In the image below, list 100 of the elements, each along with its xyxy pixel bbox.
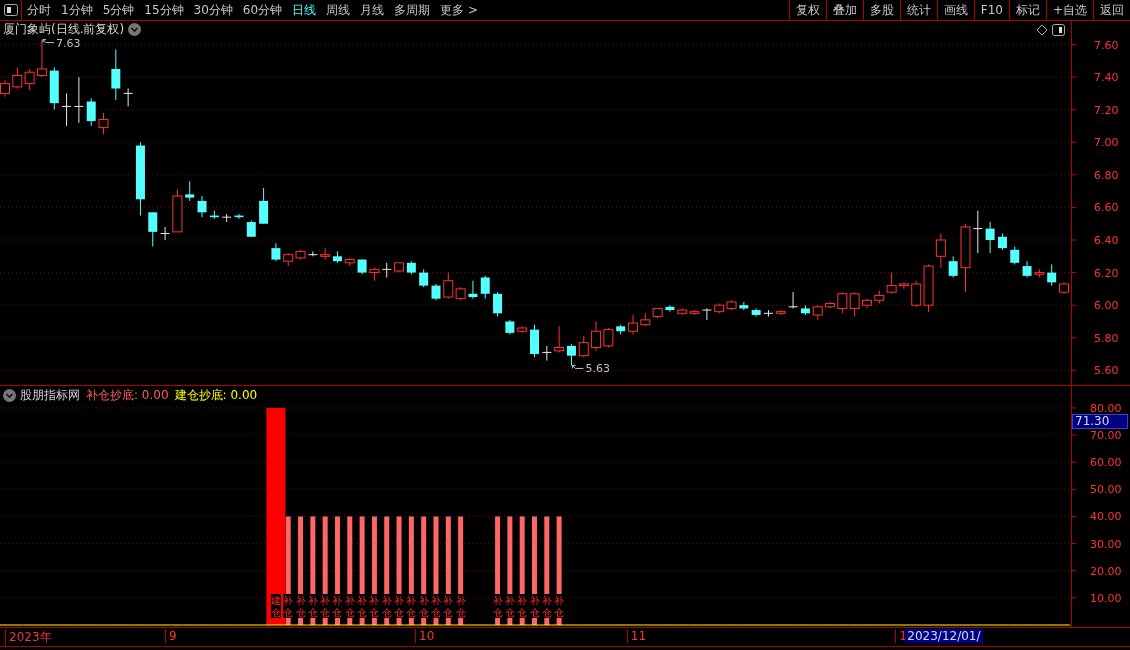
candle bbox=[665, 304, 675, 313]
axis-label: 60.00 bbox=[1090, 456, 1122, 470]
price-label: 5.63 bbox=[585, 362, 610, 376]
toolbar-button[interactable]: 返回 bbox=[1093, 0, 1130, 20]
candle bbox=[948, 255, 958, 278]
period-tab[interactable]: 周线 bbox=[321, 0, 356, 20]
signal-label: 补仓 bbox=[357, 595, 368, 618]
candle bbox=[73, 76, 84, 124]
toolbar-button[interactable]: 复权 bbox=[788, 0, 826, 20]
signal-label: 补仓 bbox=[517, 595, 528, 618]
period-tab[interactable]: 15分钟 bbox=[139, 0, 189, 20]
dropdown-icon[interactable] bbox=[3, 388, 16, 402]
indicator-name: 股朋指标网 bbox=[20, 386, 80, 404]
candle bbox=[98, 112, 109, 135]
signal-label: 补仓 bbox=[332, 595, 343, 618]
signal-label: 补仓 bbox=[307, 595, 318, 618]
candle bbox=[221, 213, 232, 223]
signal-label: 建仓 bbox=[270, 595, 281, 618]
signal-label: 补仓 bbox=[418, 595, 429, 618]
axis-label: 11 bbox=[626, 629, 647, 643]
toolbar-button[interactable]: 多股 bbox=[862, 0, 900, 20]
candle bbox=[480, 275, 490, 300]
period-tab[interactable]: 日线 bbox=[287, 0, 322, 20]
period-tab[interactable]: 5分钟 bbox=[97, 0, 140, 20]
candle bbox=[185, 180, 195, 202]
period-tab[interactable]: 60分钟 bbox=[237, 0, 288, 20]
axis-label: 7.60 bbox=[1094, 38, 1119, 52]
period-tab[interactable]: 多周期 bbox=[389, 0, 436, 20]
toolbar-button[interactable]: F10 bbox=[973, 0, 1009, 20]
candle bbox=[468, 280, 478, 300]
candle bbox=[259, 187, 269, 225]
candle bbox=[628, 314, 638, 335]
axis-label: 5.60 bbox=[1094, 364, 1119, 378]
candle bbox=[61, 92, 72, 127]
candle bbox=[812, 304, 823, 321]
dropdown-icon[interactable] bbox=[128, 23, 142, 36]
candle bbox=[357, 259, 367, 275]
signal-label: 补仓 bbox=[406, 595, 417, 618]
candle bbox=[271, 242, 281, 262]
axis-label: 50.00 bbox=[1090, 483, 1122, 497]
signal-label: 补仓 bbox=[369, 595, 380, 618]
candle bbox=[849, 291, 860, 318]
signal-label: 补仓 bbox=[394, 595, 405, 618]
panel-toggle-icon[interactable] bbox=[1052, 23, 1065, 36]
legend-text: 建仓抄底: 0.00 bbox=[174, 386, 258, 404]
candle bbox=[578, 335, 589, 358]
axis-label: 6.20 bbox=[1094, 266, 1119, 280]
candle bbox=[985, 221, 995, 254]
period-tab[interactable]: 1分钟 bbox=[56, 0, 98, 20]
chart-title: 厦门象屿(日线.前复权) bbox=[3, 21, 125, 38]
candle bbox=[541, 345, 552, 362]
axis-label: 30.00 bbox=[1090, 537, 1122, 551]
toolbar-button[interactable]: +自选 bbox=[1045, 0, 1093, 20]
leader-line bbox=[42, 39, 55, 44]
candle bbox=[1034, 268, 1045, 278]
candle bbox=[333, 250, 342, 264]
axis-label: 7.00 bbox=[1094, 136, 1119, 150]
toolbar-button[interactable]: 画线 bbox=[936, 0, 974, 20]
candle bbox=[283, 252, 294, 267]
candle bbox=[714, 303, 725, 314]
signal-label: 补仓 bbox=[295, 595, 306, 618]
candle bbox=[640, 312, 651, 327]
signal-label: 补仓 bbox=[554, 595, 565, 618]
signal-label: 补仓 bbox=[381, 595, 392, 618]
axis-label: 6.80 bbox=[1094, 168, 1119, 182]
candle bbox=[369, 267, 380, 282]
candle bbox=[751, 307, 761, 318]
candle bbox=[1059, 281, 1069, 295]
signal-label: 补仓 bbox=[344, 595, 355, 618]
signal-label: 补仓 bbox=[492, 595, 503, 618]
leader-line bbox=[571, 364, 584, 369]
candle bbox=[566, 343, 576, 366]
signal-label: 补仓 bbox=[443, 595, 454, 618]
axis-label: 7.40 bbox=[1094, 71, 1119, 85]
axis-label: 9 bbox=[165, 629, 177, 643]
candle bbox=[517, 325, 528, 334]
axis-label: 10 bbox=[415, 629, 435, 643]
toolbar-button[interactable]: 叠加 bbox=[825, 0, 863, 20]
signal-label: 补仓 bbox=[320, 595, 331, 618]
period-tab[interactable]: 月线 bbox=[355, 0, 390, 20]
candle bbox=[344, 257, 355, 267]
candle bbox=[726, 299, 737, 311]
diamond-icon[interactable] bbox=[1036, 23, 1048, 36]
candle bbox=[12, 66, 23, 89]
price-label: 7.63 bbox=[55, 38, 81, 50]
axis-label: 20.00 bbox=[1090, 564, 1122, 578]
candle bbox=[49, 66, 59, 111]
period-tab[interactable]: 更多 > bbox=[435, 0, 483, 20]
candle bbox=[1010, 246, 1020, 265]
candle bbox=[997, 233, 1007, 251]
candle bbox=[320, 247, 331, 261]
candle bbox=[862, 298, 872, 309]
cursor-date: 2023/12/01/ bbox=[905, 629, 983, 643]
candle bbox=[1047, 263, 1057, 287]
candle bbox=[209, 210, 219, 220]
toolbar-button[interactable]: 统计 bbox=[899, 0, 937, 20]
period-tab[interactable]: 分时 bbox=[22, 0, 56, 20]
toolbar-button[interactable]: 标记 bbox=[1008, 0, 1046, 20]
signal-label: 补仓 bbox=[431, 595, 441, 618]
period-tab[interactable]: 30分钟 bbox=[188, 0, 238, 20]
